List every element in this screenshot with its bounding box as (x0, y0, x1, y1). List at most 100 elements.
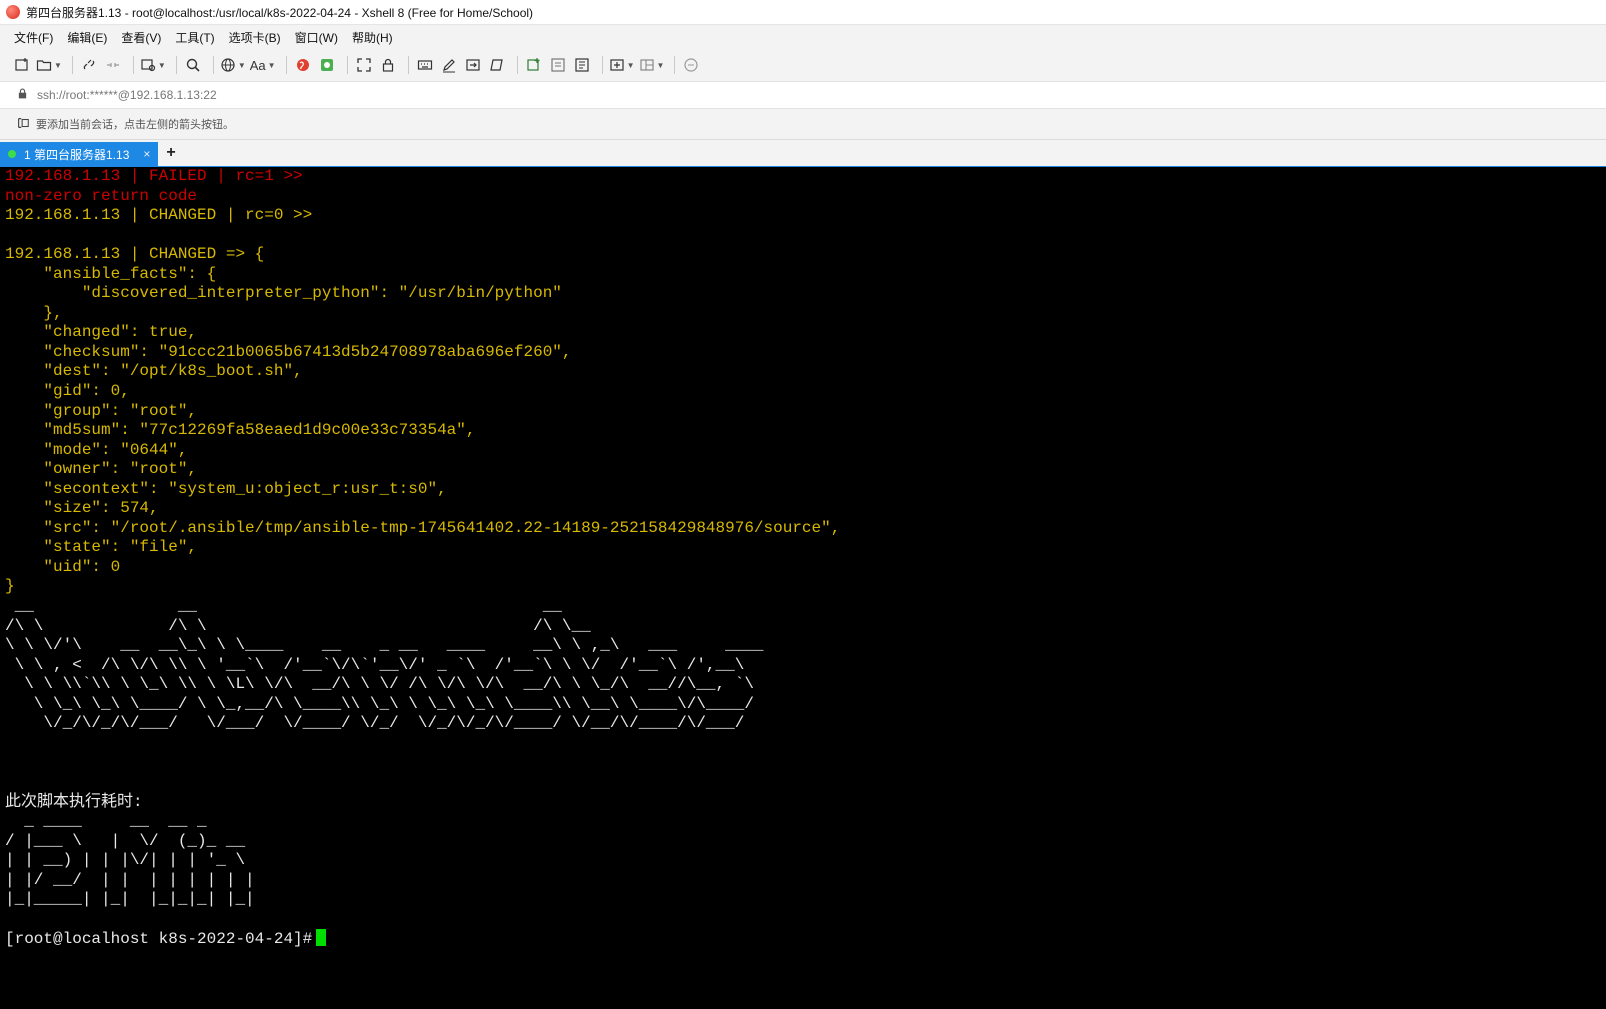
tab-list-icon[interactable] (548, 54, 568, 76)
toolbar-divider (132, 56, 134, 74)
connection-status-icon (8, 150, 16, 158)
terminal-line: "state": "file", (5, 538, 198, 557)
session-hint-bar: 要添加当前会话，点击左侧的箭头按钮。 (0, 109, 1606, 140)
title-bar: 第四台服务器1.13 - root@localhost:/usr/local/k… (0, 0, 1606, 25)
terminal-line: "src": "/root/.ansible/tmp/ansible-tmp-1… (5, 518, 841, 537)
terminal-line: "secontext": "system_u:object_r:usr_t:s0… (5, 479, 447, 498)
session-hint-text: 要添加当前会话，点击左侧的箭头按钮。 (36, 119, 234, 131)
xftp-logo-icon[interactable] (293, 54, 313, 76)
terminal-line: 192.168.1.13 | CHANGED | rc=0 >> (5, 206, 313, 225)
terminal-line: \ \ \\`\\ \ \_\ \\ \ \L\ \/\ __/\ \ \/ /… (5, 675, 754, 694)
terminal-line: "md5sum": "77c12269fa58eaed1d9c00e33c733… (5, 421, 476, 440)
terminal-line: \ \ \/'\ __ __\_\ \ \____ __ _ __ ____ _… (5, 636, 764, 655)
cursor (316, 929, 327, 947)
send-icon[interactable] (463, 54, 483, 76)
script-icon[interactable] (487, 54, 507, 76)
font-button[interactable]: Aa ▼ (250, 54, 276, 76)
terminal-lines: 192.168.1.13 | FAILED | rc=1 >> non-zero … (0, 167, 1606, 929)
toolbar-divider (516, 56, 518, 74)
terminal-line: \ \_\ \_\ \____/ \ \_,__/\ \____\\ \_\ \… (5, 694, 754, 713)
menu-tools[interactable]: 工具(T) (175, 29, 214, 46)
chat-icon[interactable] (681, 54, 701, 76)
layout-icon[interactable]: ▼ (639, 54, 664, 76)
toolbar-divider (407, 56, 409, 74)
toolbar-divider (285, 56, 287, 74)
menu-tab[interactable]: 选项卡(B) (229, 29, 281, 46)
terminal-line: |_|_____| |_| |_|_|_| |_| (5, 890, 255, 909)
transfer-icon[interactable]: ▼ (140, 54, 166, 76)
search-icon[interactable] (183, 54, 203, 76)
notes-icon[interactable] (572, 54, 592, 76)
terminal-line: 此次脚本执行耗时: (5, 792, 143, 811)
terminal-line: "changed": true, (5, 323, 198, 342)
lock-icon[interactable] (378, 54, 398, 76)
new-tab-icon[interactable] (524, 54, 544, 76)
terminal-line: "checksum": "91ccc21b0065b67413d5b247089… (5, 342, 572, 361)
terminal-line: "discovered_interpreter_python": "/usr/b… (5, 284, 562, 303)
compose-icon[interactable] (439, 54, 459, 76)
terminal-line: 192.168.1.13 | FAILED | rc=1 >> (5, 167, 303, 185)
terminal-line: }, (5, 303, 63, 322)
toolbar-divider (175, 56, 177, 74)
keyboard-icon[interactable] (415, 54, 435, 76)
lock-icon (16, 87, 29, 103)
terminal-line: 192.168.1.13 | CHANGED => { (5, 245, 265, 264)
xftp-green-icon[interactable] (317, 54, 337, 76)
terminal-line: | |/ __/ | | | | | | | | (5, 870, 255, 889)
open-folder-icon[interactable]: ▼ (36, 54, 62, 76)
terminal-line: /\ \ /\ \ /\ \__ (5, 616, 591, 635)
terminal-line: "owner": "root", (5, 460, 198, 479)
tab-label: 1 第四台服务器1.13 (24, 147, 130, 162)
terminal-line: "gid": 0, (5, 382, 130, 401)
menu-help[interactable]: 帮助(H) (352, 29, 393, 46)
toolbar-divider (346, 56, 348, 74)
add-session-arrow-icon[interactable] (16, 116, 30, 133)
disconnect-icon[interactable] (103, 54, 123, 76)
terminal-line: / |___ \ | \/ (_)_ __ (5, 831, 246, 850)
fullscreen-icon[interactable] (354, 54, 374, 76)
terminal-line: \ \ , < /\ \/\ \\ \ '__`\ /'__`\/\`'__\/… (5, 655, 745, 674)
window-title: 第四台服务器1.13 - root@localhost:/usr/local/k… (26, 5, 534, 20)
globe-icon[interactable]: ▼ (220, 54, 246, 76)
menu-edit[interactable]: 编辑(E) (67, 29, 107, 46)
terminal-line: __ __ __ (5, 597, 562, 616)
terminal-line: non-zero return code (5, 186, 198, 205)
menu-view[interactable]: 查看(V) (121, 29, 161, 46)
close-icon[interactable]: × (143, 147, 150, 161)
terminal-line: "dest": "/opt/k8s_boot.sh", (5, 362, 303, 381)
tab-server-1-13[interactable]: 1 第四台服务器1.13 × (0, 142, 159, 166)
terminal-output[interactable]: 192.168.1.13 | FAILED | rc=1 >> non-zero … (0, 167, 1606, 1009)
toolbar: ▼ ▼ ▼ Aa ▼ ▼ ▼ (0, 49, 1606, 82)
address-input[interactable]: ssh://root:******@192.168.1.13:22 (37, 88, 217, 102)
terminal-line: "ansible_facts": { (5, 264, 217, 283)
terminal-line: "uid": 0 (5, 557, 121, 576)
terminal-line: } (5, 577, 15, 596)
terminal-line: _ ____ __ __ _ (5, 812, 207, 831)
add-tab-button[interactable]: + (166, 144, 175, 162)
tab-bar: 1 第四台服务器1.13 × + (0, 140, 1606, 168)
toolbar-divider (601, 56, 603, 74)
font-icon: Aa (249, 57, 266, 73)
toolbar-divider (674, 56, 676, 74)
terminal-line: "size": 574, (5, 499, 159, 518)
shell-prompt: [root@localhost k8s-2022-04-24]# (5, 930, 313, 949)
new-session-icon[interactable] (12, 54, 32, 76)
address-bar[interactable]: ssh://root:******@192.168.1.13:22 (0, 82, 1606, 109)
terminal-line: \/_/\/_/\/___/ \/___/ \/____/ \/_/ \/_/\… (5, 714, 745, 733)
connect-icon[interactable] (79, 54, 99, 76)
menu-window[interactable]: 窗口(W) (295, 29, 338, 46)
xshell-logo-icon (6, 5, 20, 19)
terminal-line: "mode": "0644", (5, 440, 188, 459)
toolbar-divider (212, 56, 214, 74)
terminal-prompt-line[interactable]: [root@localhost k8s-2022-04-24]# (0, 929, 1606, 949)
menu-file[interactable]: 文件(F) (14, 29, 53, 46)
add-window-icon[interactable]: ▼ (609, 54, 635, 76)
terminal-line: | | __) | | |\/| | | '_ \ (5, 851, 246, 870)
terminal-line: "group": "root", (5, 401, 198, 420)
toolbar-divider (71, 56, 73, 74)
